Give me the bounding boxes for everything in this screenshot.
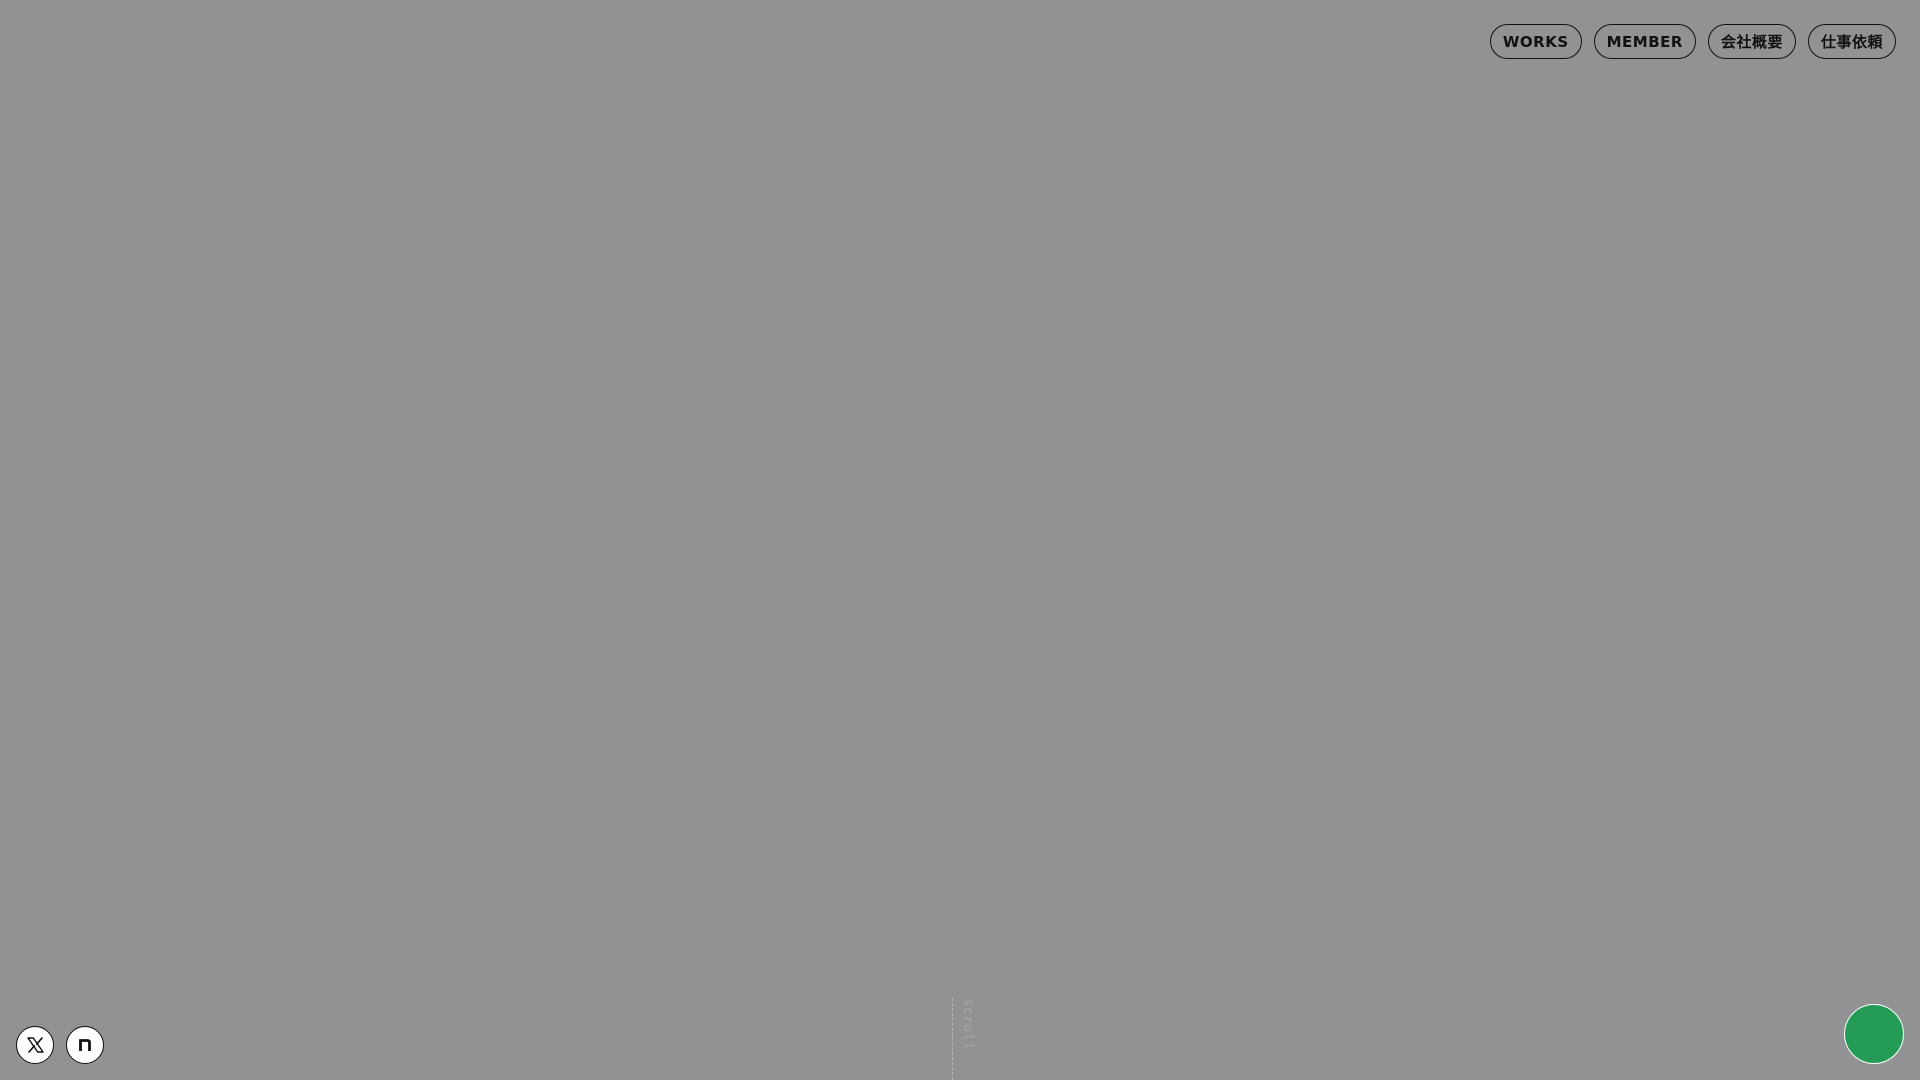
nav-company-button[interactable]: 会社概要 xyxy=(1707,24,1796,59)
x-link[interactable] xyxy=(16,1026,54,1064)
header-nav: WORKS MEMBER 会社概要 仕事依頼 xyxy=(1489,24,1896,59)
x-logo-icon xyxy=(26,1037,44,1053)
scroll-label: scroll xyxy=(960,998,975,1051)
note-link[interactable] xyxy=(66,1026,104,1064)
social-links xyxy=(16,1026,104,1064)
nav-member-button[interactable]: MEMBER xyxy=(1593,24,1696,59)
floating-action-button[interactable] xyxy=(1844,1004,1904,1064)
note-logo-icon xyxy=(78,1038,92,1052)
scroll-indicator: scroll xyxy=(952,998,976,1080)
scroll-line xyxy=(952,998,953,1080)
nav-works-button[interactable]: WORKS xyxy=(1489,24,1582,59)
nav-contact-button[interactable]: 仕事依頼 xyxy=(1807,24,1896,59)
